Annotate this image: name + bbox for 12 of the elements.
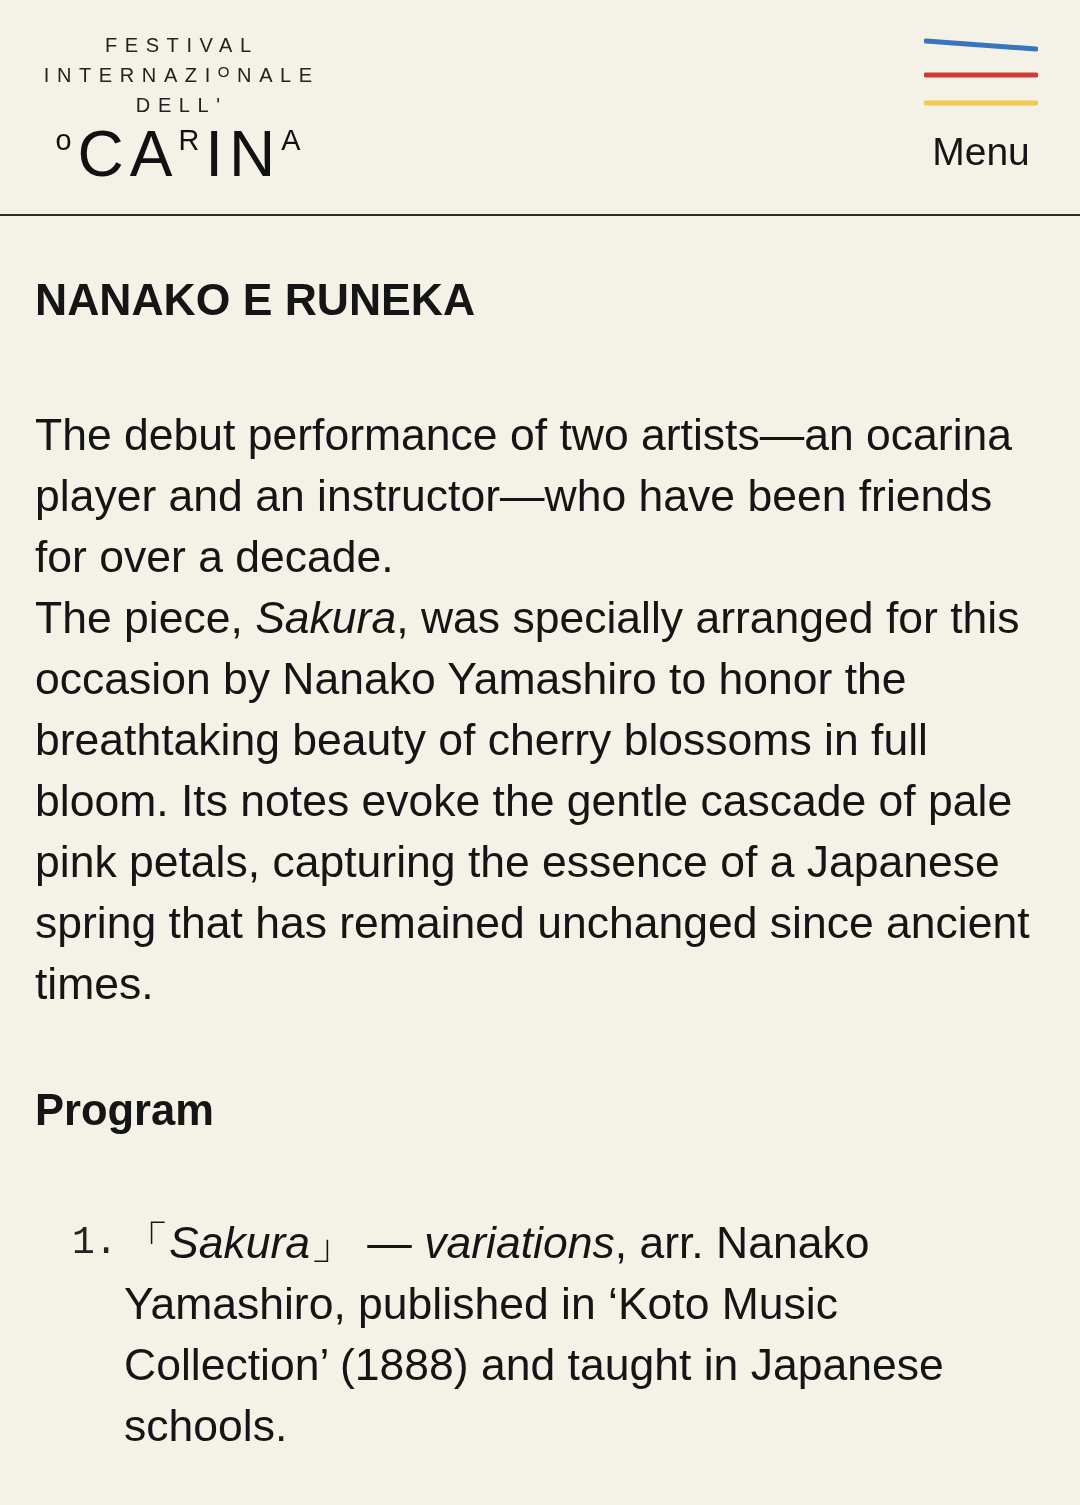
list-number: 1.	[71, 1220, 119, 1266]
menu-icon	[924, 38, 1038, 106]
article-paragraph: The piece, Sakura, was specially arranged for this occasion by Nanako Yamashiro to honor the breathtaking beauty of cherry blossoms in full bloom. Its notes evoke the gentle cascade of pale pink petals, capturing the essence of a Japanese spring that has remained unchanged since ancient times.	[35, 592, 1031, 1010]
program-item-text: 「Sakura」 — variations, arr. Nanako Yamashiro, published in ‘Koto Music Collection’ (1888) and taught in Japanese schools.	[124, 1217, 945, 1452]
article-title: NANAKO E RUNEKA	[35, 274, 477, 326]
menu-button[interactable]: Menu	[924, 38, 1038, 174]
logo-wordmark: $^{o}$CA$^{R}$IN$^{A}$	[55, 122, 307, 186]
program-heading: Program	[35, 1085, 215, 1136]
logo-text: DELL'	[135, 93, 228, 118]
article-paragraph: The debut performance of two artists—an ocarina player and an instructor—who have been friends for over a decade.	[35, 409, 1014, 583]
logo-text: INTERNAZI$^{O}$NALE	[43, 61, 320, 88]
logo-text: FESTIVAL	[104, 33, 259, 58]
